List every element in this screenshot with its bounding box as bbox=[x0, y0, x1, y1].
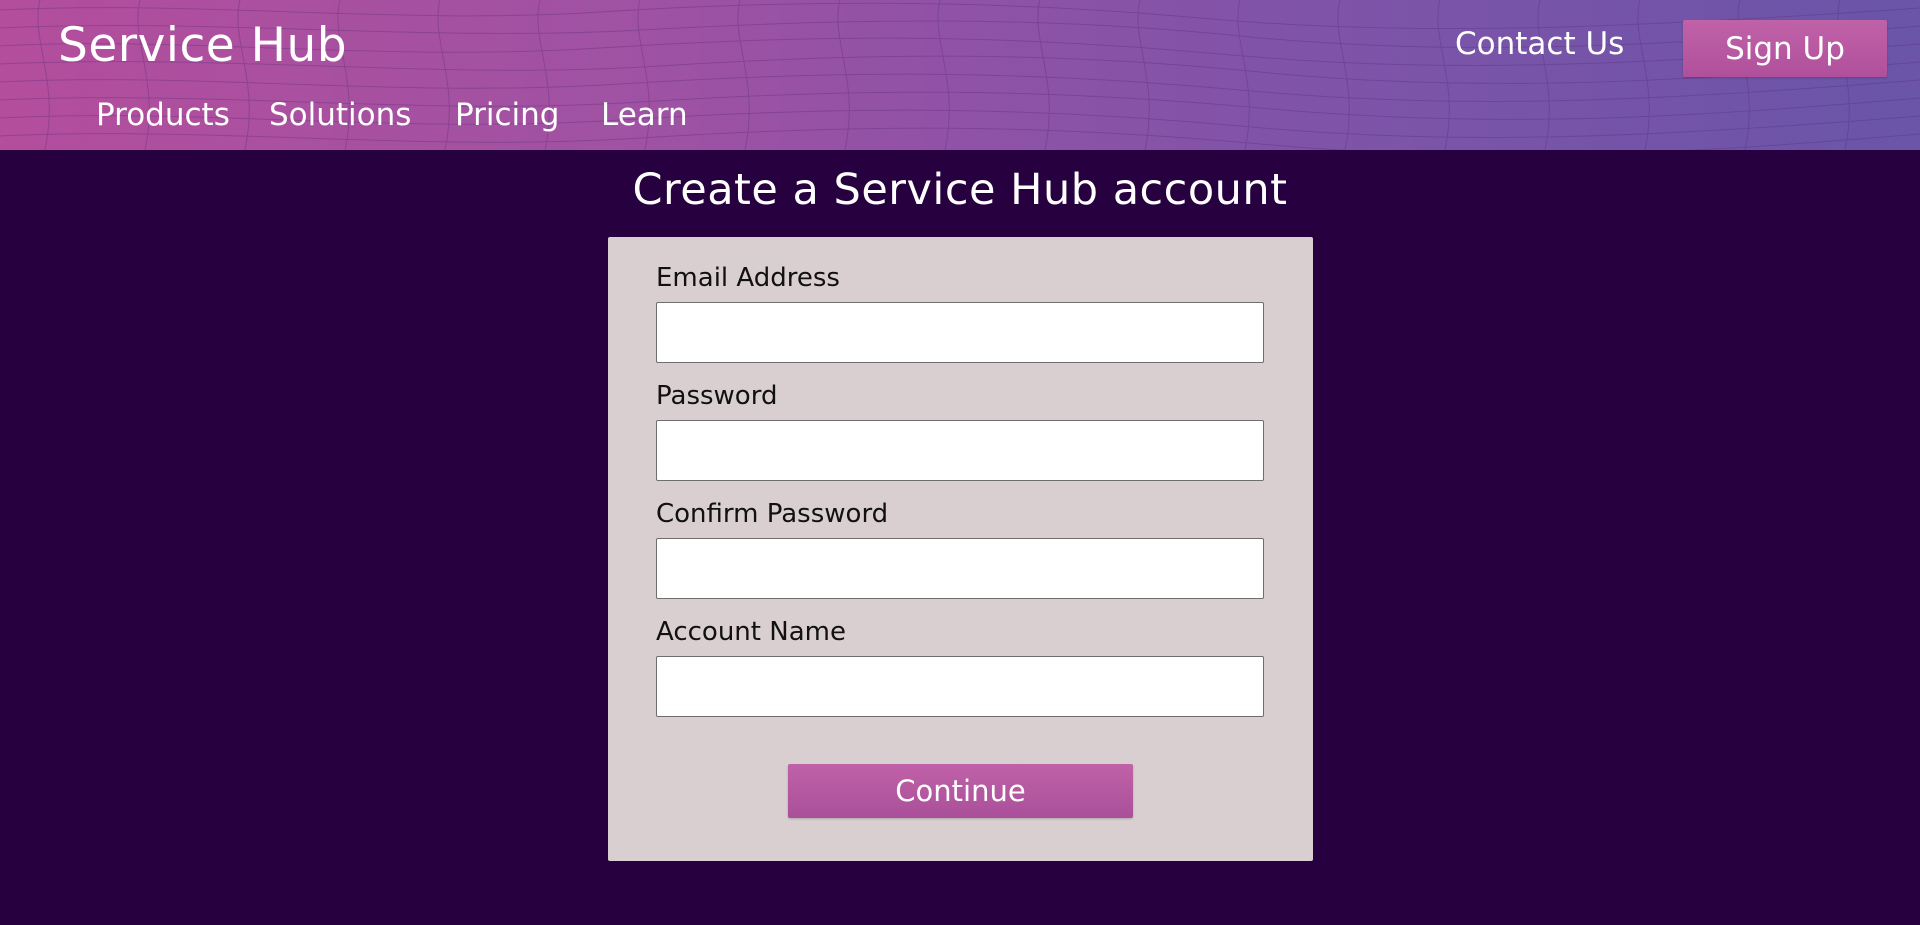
account-name-field[interactable] bbox=[656, 656, 1264, 717]
confirm-password-field[interactable] bbox=[656, 538, 1264, 599]
site-logo-text[interactable]: Service Hub bbox=[58, 18, 347, 73]
signup-form-card: Email Address Password Confirm Password … bbox=[608, 237, 1313, 861]
confirm-password-label: Confirm Password bbox=[656, 499, 889, 529]
contact-us-link[interactable]: Contact Us bbox=[1455, 26, 1624, 62]
email-label: Email Address bbox=[656, 263, 840, 293]
password-field[interactable] bbox=[656, 420, 1264, 481]
nav-item-products[interactable]: Products bbox=[96, 97, 230, 133]
sign-up-button[interactable]: Sign Up bbox=[1683, 20, 1887, 77]
email-field[interactable] bbox=[656, 302, 1264, 363]
account-name-label: Account Name bbox=[656, 617, 846, 647]
site-header: Service Hub Products Solutions Pricing L… bbox=[0, 0, 1920, 150]
page-title: Create a Service Hub account bbox=[632, 165, 1288, 215]
nav-item-learn[interactable]: Learn bbox=[601, 97, 688, 133]
password-label: Password bbox=[656, 381, 778, 411]
nav-item-solutions[interactable]: Solutions bbox=[269, 97, 411, 133]
continue-button[interactable]: Continue bbox=[788, 764, 1133, 818]
nav-item-pricing[interactable]: Pricing bbox=[455, 97, 560, 133]
